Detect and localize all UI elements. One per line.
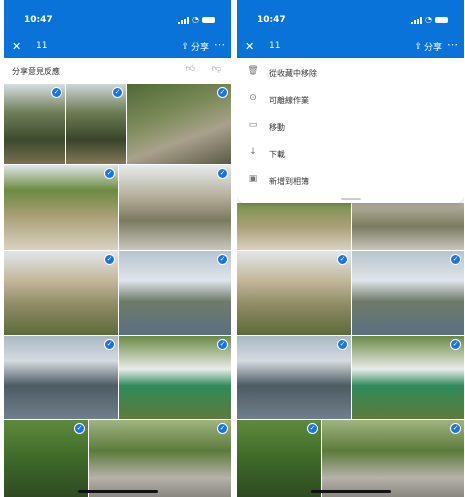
- more-options-menu: 🗑︎ 從收藏中移除 ⊙ 可離線作業 ▭ 移動 ↓ 下載 ▣ 新增到相簿: [237, 58, 464, 203]
- checkmark-icon: ✓: [217, 423, 228, 434]
- thumbs-down-icon[interactable]: 👎︎: [212, 64, 221, 74]
- phone-screen-more-menu: 10:47 ◔ ✕ 11 ⇪ 分享 ⋯ ✓ ✓ ✓ ✓ ✓ ✓ 🗑︎ 從收藏中移除…: [237, 0, 464, 497]
- close-icon[interactable]: ✕: [12, 40, 21, 53]
- checkmark-icon: ✓: [104, 254, 115, 265]
- menu-item-move[interactable]: ▭ 移動: [237, 114, 464, 140]
- checkmark-icon: ✓: [104, 339, 115, 350]
- menu-item-label: 可離線作業: [269, 96, 309, 105]
- more-icon[interactable]: ⋯: [447, 38, 458, 51]
- photo-tile[interactable]: ✓: [4, 165, 118, 250]
- menu-item-label: 從收藏中移除: [269, 69, 317, 78]
- sheet-grabber[interactable]: [340, 198, 361, 200]
- menu-item-label: 移動: [269, 123, 285, 132]
- checkmark-icon: ✓: [104, 168, 115, 179]
- photo-tile[interactable]: [237, 203, 351, 250]
- photo-tile[interactable]: ✓: [4, 84, 65, 164]
- signal-icon: [411, 16, 423, 24]
- checkmark-icon: ✓: [217, 339, 228, 350]
- checkmark-icon: ✓: [112, 87, 123, 98]
- photo-tile[interactable]: ✓: [119, 165, 231, 250]
- battery-icon: [202, 17, 215, 23]
- close-icon[interactable]: ✕: [245, 40, 254, 53]
- status-bar: 10:47 ◔: [4, 0, 231, 40]
- photo-tile[interactable]: ✓: [237, 251, 351, 335]
- share-label: 分享: [423, 43, 442, 53]
- feedback-bar: 分享意見反應 👍︎ 👎︎: [4, 58, 231, 84]
- checkmark-icon: ✓: [217, 87, 228, 98]
- photo-tile[interactable]: ✓: [119, 251, 231, 335]
- share-button[interactable]: ⇪ 分享: [181, 40, 209, 54]
- checkmark-icon: ✓: [450, 423, 461, 434]
- status-time: 10:47: [257, 15, 286, 25]
- wifi-icon: ◔: [192, 15, 199, 24]
- status-bar: 10:47 ◔: [237, 0, 464, 40]
- home-indicator: [310, 490, 391, 493]
- photo-tile[interactable]: ✓: [89, 420, 231, 497]
- share-label: 分享: [190, 43, 209, 53]
- move-icon: ▭: [248, 120, 258, 130]
- photo-tile[interactable]: ✓: [66, 84, 126, 164]
- wifi-icon: ◔: [425, 15, 432, 24]
- photo-tile[interactable]: [352, 203, 464, 250]
- photo-tile[interactable]: ✓: [237, 336, 351, 419]
- photo-tile[interactable]: ✓: [237, 420, 321, 497]
- checkmark-icon: ✓: [307, 423, 318, 434]
- checkmark-icon: ✓: [217, 168, 228, 179]
- menu-item-add-to-album[interactable]: ▣ 新增到相簿: [237, 168, 464, 194]
- checkmark-icon: ✓: [337, 339, 348, 350]
- app-bar: ✕ 11 ⇪ 分享 ⋯: [237, 36, 464, 58]
- trash-icon: 🗑︎: [247, 66, 259, 76]
- share-icon: ⇪: [181, 41, 189, 52]
- signal-icon: [178, 16, 190, 24]
- feedback-label: 分享意見反應: [12, 67, 60, 76]
- menu-item-label: 下載: [269, 150, 285, 159]
- download-icon: ↓: [249, 147, 257, 157]
- system-icons: ◔: [411, 16, 448, 24]
- photo-tile[interactable]: ✓: [322, 420, 464, 497]
- menu-item-label: 新增到相簿: [269, 177, 309, 186]
- battery-icon: [435, 17, 448, 23]
- photo-tile[interactable]: ✓: [4, 336, 118, 419]
- checkmark-icon: ✓: [450, 339, 461, 350]
- checkmark-icon: ✓: [450, 254, 461, 265]
- selected-count: 11: [36, 41, 48, 51]
- checkmark-icon: ✓: [74, 423, 85, 434]
- photo-tile[interactable]: ✓: [4, 420, 88, 497]
- thumbs-up-icon[interactable]: 👍︎: [186, 64, 195, 74]
- checkmark-icon: ✓: [337, 254, 348, 265]
- photo-tile[interactable]: ✓: [352, 336, 464, 419]
- photo-tile[interactable]: ✓: [4, 251, 118, 335]
- status-time: 10:47: [24, 15, 53, 25]
- phone-screen-selection: 10:47 ◔ ✕ 11 ⇪ 分享 ⋯ 分享意見反應 👍︎ 👎︎ ✓ ✓ ✓ ✓ …: [4, 0, 231, 497]
- offline-icon: ⊙: [249, 93, 257, 103]
- share-icon: ⇪: [414, 41, 422, 52]
- photo-tile[interactable]: ✓: [127, 84, 231, 164]
- share-button[interactable]: ⇪ 分享: [414, 40, 442, 54]
- menu-item-remove-from-favorites[interactable]: 🗑︎ 從收藏中移除: [237, 60, 464, 86]
- menu-item-make-available-offline[interactable]: ⊙ 可離線作業: [237, 87, 464, 113]
- menu-item-download[interactable]: ↓ 下載: [237, 141, 464, 167]
- checkmark-icon: ✓: [217, 254, 228, 265]
- system-icons: ◔: [178, 16, 215, 24]
- app-bar: ✕ 11 ⇪ 分享 ⋯: [4, 36, 231, 58]
- photo-tile[interactable]: ✓: [352, 251, 464, 335]
- checkmark-icon: ✓: [51, 87, 62, 98]
- selected-count: 11: [269, 41, 281, 51]
- more-icon[interactable]: ⋯: [214, 38, 225, 51]
- album-icon: ▣: [248, 174, 258, 184]
- home-indicator: [77, 490, 158, 493]
- photo-tile[interactable]: ✓: [119, 336, 231, 419]
